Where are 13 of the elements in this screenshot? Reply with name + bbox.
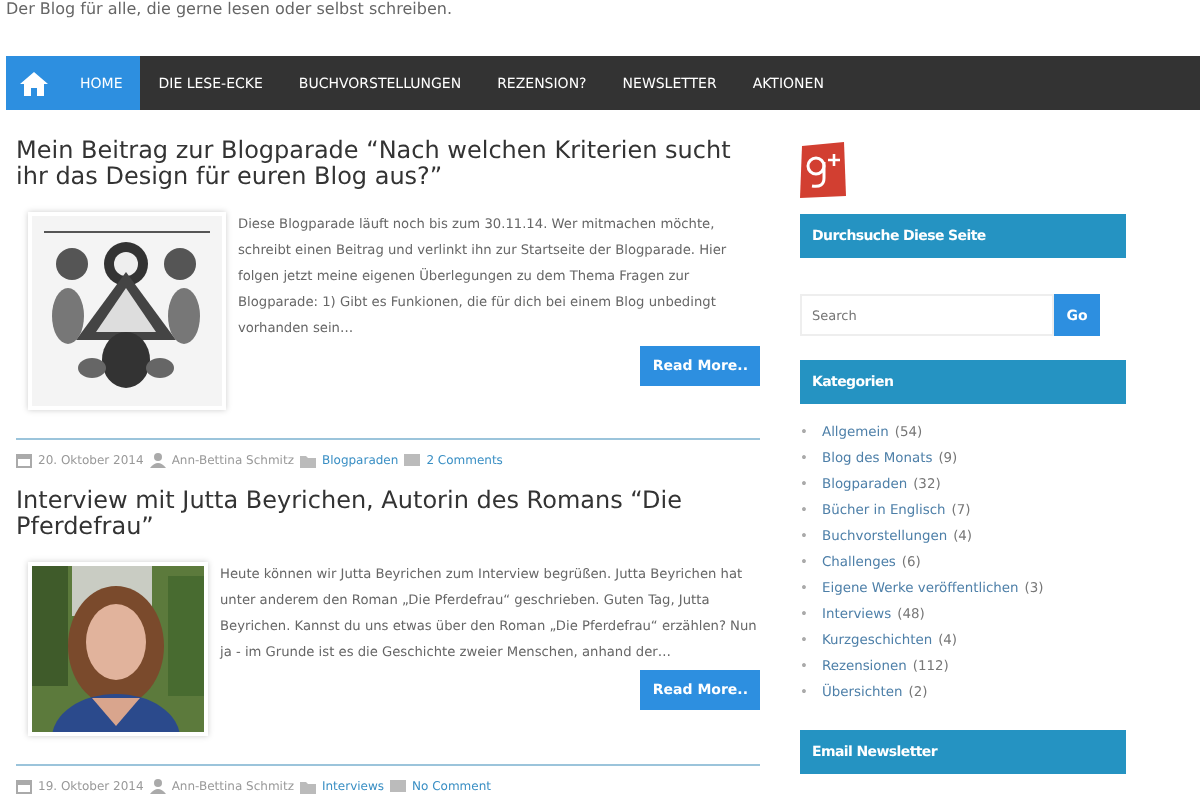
home-icon[interactable] <box>6 56 62 110</box>
tagline: Der Blog für alle, die gerne lesen oder selbst schreiben. <box>4 0 454 20</box>
folder-icon <box>299 778 316 795</box>
post-title[interactable]: Mein Beitrag zur Blogparade “Nach welchen Kriterien sucht ihr das Design für euren Blog aus?” <box>16 138 760 189</box>
post-title[interactable]: Interview mit Jutta Beyrichen, Autorin des Romans “Die Pferdefrau” <box>16 488 760 539</box>
google-plus-icon[interactable] <box>800 142 846 198</box>
comment-icon <box>404 452 421 469</box>
user-icon <box>149 452 166 469</box>
calendar-icon <box>16 452 32 469</box>
comment-icon <box>390 778 407 795</box>
folder-icon <box>299 452 316 469</box>
calendar-icon <box>16 778 32 795</box>
user-icon <box>149 778 166 795</box>
